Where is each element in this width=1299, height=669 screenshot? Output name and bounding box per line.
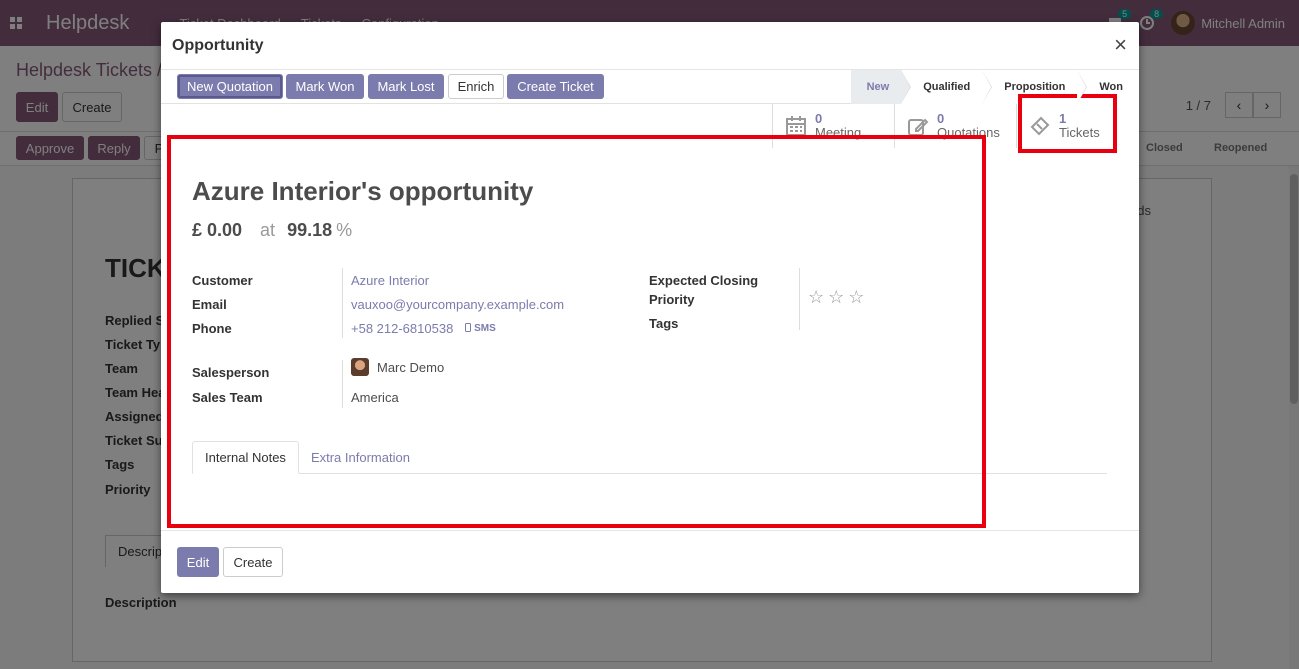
field-divider <box>342 268 343 338</box>
meeting-smart-button[interactable]: 0 Meeting <box>772 104 894 148</box>
salesperson-label: Salesperson <box>192 365 270 380</box>
email-link[interactable]: vauxoo@yourcompany.example.com <box>351 297 564 312</box>
salesperson-name: Marc Demo <box>377 359 445 375</box>
tab-internal-notes[interactable]: Internal Notes <box>192 441 299 474</box>
salesperson-field[interactable]: Marc Demo <box>351 358 444 376</box>
field-divider-2 <box>342 360 343 408</box>
revenue-line: £ 0.00 at 99.18 % <box>192 220 352 241</box>
edit-document-icon <box>908 118 929 136</box>
star-icon[interactable]: ☆ <box>828 287 844 308</box>
mark-won-button[interactable]: Mark Won <box>286 74 364 99</box>
priority-label: Priority <box>649 292 695 307</box>
mobile-icon <box>465 323 472 332</box>
field-divider-right <box>799 268 800 330</box>
at-label: at <box>260 220 276 240</box>
star-icon[interactable]: ☆ <box>848 287 864 308</box>
meeting-count: 0 <box>815 111 823 126</box>
tickets-label: Tickets <box>1059 125 1100 140</box>
ticket-icon <box>1030 116 1050 136</box>
tickets-smart-button[interactable]: 1 Tickets <box>1016 104 1138 148</box>
stage-proposition[interactable]: Proposition <box>982 70 1088 104</box>
dialog-footer: Edit Create <box>161 530 1139 593</box>
priority-stars: ☆ ☆ ☆ <box>808 287 864 308</box>
quotations-label: Quotations <box>937 125 1000 140</box>
tickets-count: 1 <box>1059 111 1067 126</box>
email-label: Email <box>192 297 227 312</box>
dialog-statusbar: New Quotation Mark Won Mark Lost Enrich … <box>161 70 1139 104</box>
dialog-header: Opportunity × <box>161 22 1139 70</box>
phone-link[interactable]: +58 212-6810538 <box>351 321 453 336</box>
opportunity-dialog: Opportunity × New Quotation Mark Won Mar… <box>161 22 1139 593</box>
opportunity-form: Azure Interior's opportunity £ 0.00 at 9… <box>161 148 1139 530</box>
meeting-label: Meeting <box>815 125 862 140</box>
expected-revenue: £ 0.00 <box>192 220 243 240</box>
percent-sign: % <box>336 220 353 240</box>
phone-label: Phone <box>192 321 232 336</box>
calendar-icon <box>786 116 806 136</box>
opportunity-name: Azure Interior's opportunity <box>192 176 534 206</box>
expected-closing-label: Expected Closing <box>649 273 759 288</box>
smart-buttons: 0 Meeting 0 Quotations 1 Tickets <box>772 104 1138 148</box>
tab-extra-information[interactable]: Extra Information <box>299 441 422 474</box>
probability-value: 99.18 <box>287 220 333 240</box>
sales-team-value[interactable]: America <box>351 390 399 405</box>
quotations-count: 0 <box>937 111 945 126</box>
tags-label: Tags <box>649 316 679 331</box>
star-icon[interactable]: ☆ <box>808 287 824 308</box>
close-icon[interactable]: × <box>1114 32 1127 58</box>
quotations-smart-button[interactable]: 0 Quotations <box>894 104 1016 148</box>
sales-team-label: Sales Team <box>192 390 263 405</box>
phone-field: +58 212-6810538 SMS <box>351 321 496 336</box>
customer-label: Customer <box>192 273 253 288</box>
stage-new[interactable]: New <box>850 70 911 104</box>
enrich-button[interactable]: Enrich <box>448 74 504 99</box>
new-quotation-button[interactable]: New Quotation <box>177 74 283 99</box>
notebook-tabs: Internal Notes Extra Information <box>192 441 1107 474</box>
create-ticket-button[interactable]: Create Ticket <box>507 74 604 99</box>
dialog-create-button[interactable]: Create <box>223 547 283 577</box>
mark-lost-button[interactable]: Mark Lost <box>368 74 444 99</box>
sms-button[interactable]: SMS <box>465 323 496 334</box>
stage-pipeline: New Qualified Proposition Won <box>850 70 1139 104</box>
dialog-edit-button[interactable]: Edit <box>177 547 219 577</box>
sms-label: SMS <box>474 323 496 334</box>
stage-qualified[interactable]: Qualified <box>901 70 993 104</box>
customer-link[interactable]: Azure Interior <box>351 273 429 288</box>
dialog-title: Opportunity <box>172 37 264 54</box>
salesperson-avatar <box>351 358 369 376</box>
